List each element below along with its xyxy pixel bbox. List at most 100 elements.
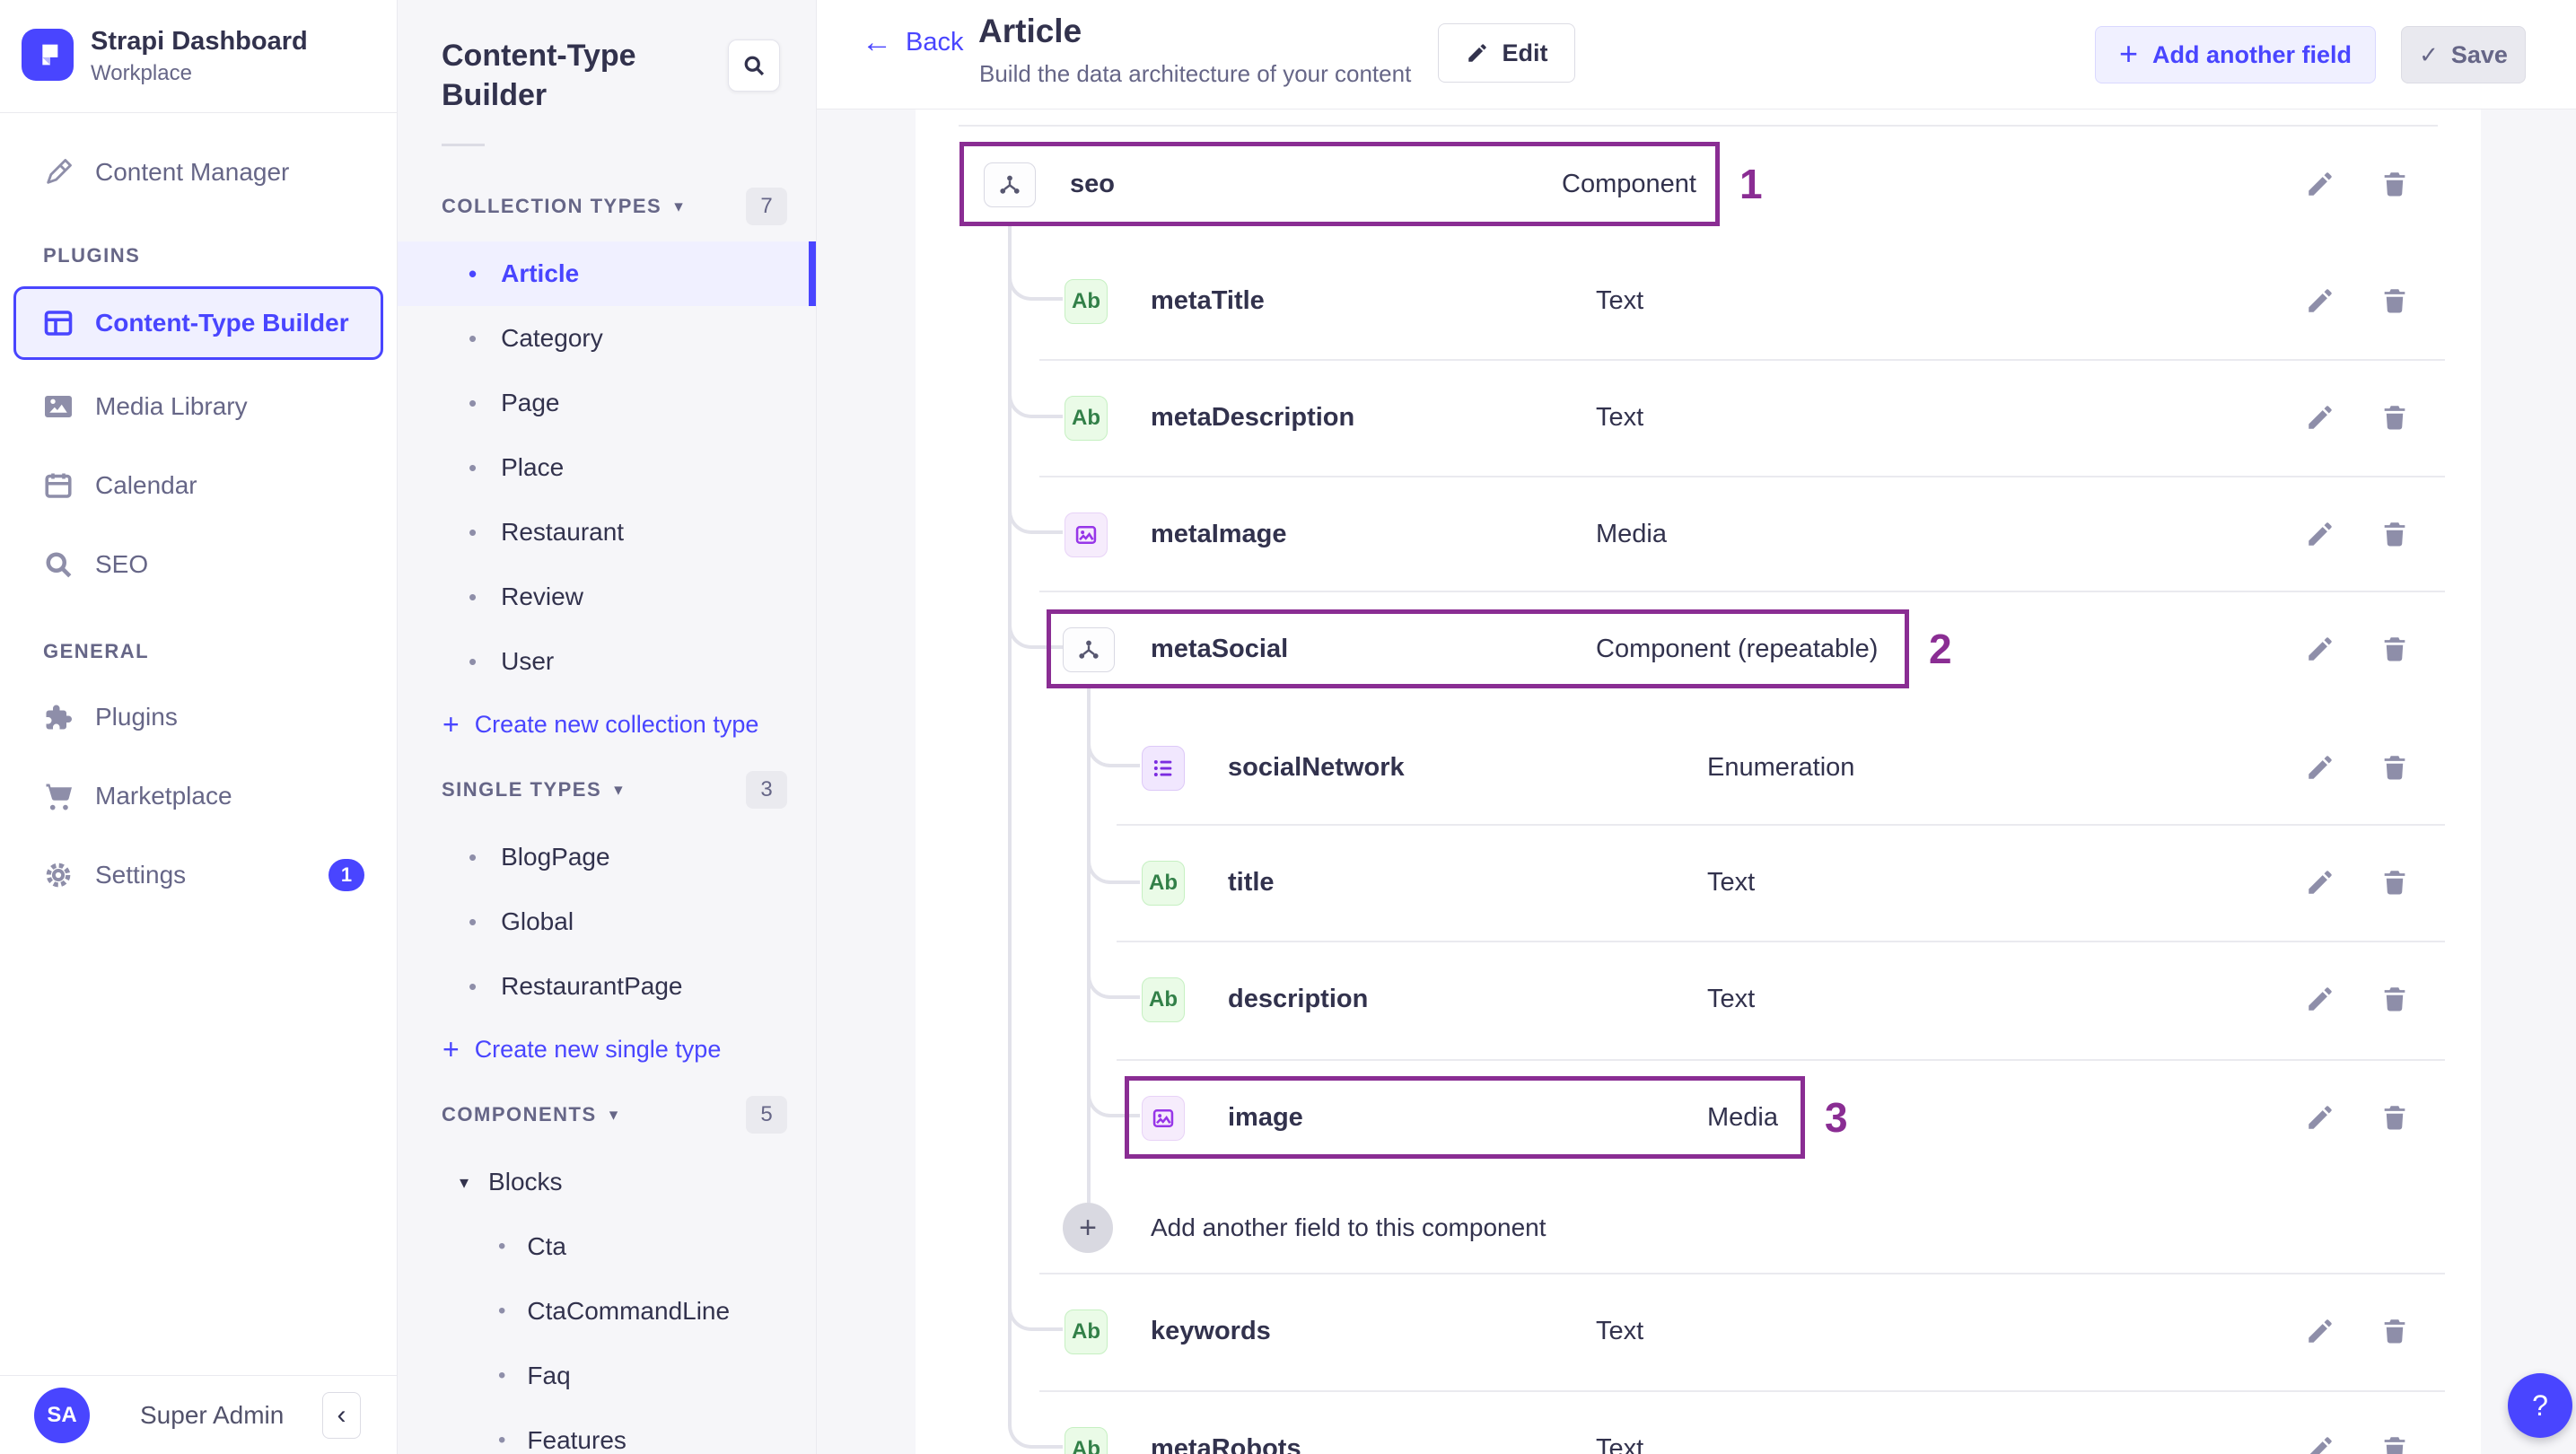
search-button[interactable] xyxy=(728,39,780,92)
single-type-global[interactable]: • Global xyxy=(398,889,816,954)
field-row-metarobots: Ab metaRobots Text xyxy=(916,1390,2481,1454)
collection-types-header[interactable]: COLLECTION TYPES ▾ 7 xyxy=(398,171,816,241)
sidebar-item-media-library[interactable]: Media Library xyxy=(0,374,397,439)
edit-field-button[interactable] xyxy=(2302,1099,2338,1135)
edit-field-button[interactable] xyxy=(2302,283,2338,319)
delete-field-button[interactable] xyxy=(2377,1313,2413,1349)
delete-field-button[interactable] xyxy=(2377,749,2413,785)
collection-type-restaurant[interactable]: • Restaurant xyxy=(398,500,816,565)
edit-field-button[interactable] xyxy=(2302,399,2338,435)
delete-field-button[interactable] xyxy=(2377,399,2413,435)
workspace-title: Strapi Dashboard xyxy=(91,27,308,56)
sidebar-item-label: Media Library xyxy=(95,392,248,420)
collection-type-page[interactable]: • Page xyxy=(398,371,816,435)
single-type-restaurantpage[interactable]: • RestaurantPage xyxy=(398,954,816,1019)
sidebar-item-content-type-builder[interactable]: Content-Type Builder xyxy=(13,286,383,360)
delete-field-button[interactable] xyxy=(2377,283,2413,319)
help-button[interactable]: ? xyxy=(2508,1373,2572,1438)
add-field-to-component-label[interactable]: Add another field to this component xyxy=(1151,1203,1546,1253)
field-name: description xyxy=(1228,984,1369,1013)
page-subtitle: Build the data architecture of your cont… xyxy=(979,60,1412,87)
calendar-icon xyxy=(41,469,75,503)
avatar[interactable]: SA xyxy=(34,1387,90,1443)
edit-field-button[interactable] xyxy=(2302,631,2338,667)
brand-header: Strapi Dashboard Workplace xyxy=(0,0,397,113)
bullet-icon: • xyxy=(469,324,478,352)
field-type: Media xyxy=(1707,1102,1778,1132)
edit-field-button[interactable] xyxy=(2302,749,2338,785)
annotation-number-2: 2 xyxy=(1929,626,1952,672)
image-icon xyxy=(41,390,75,424)
text-field-icon: Ab xyxy=(1065,396,1108,441)
collection-type-place[interactable]: • Place xyxy=(398,435,816,500)
sidebar-item-content-manager[interactable]: Content Manager xyxy=(0,140,397,205)
delete-field-button[interactable] xyxy=(2377,631,2413,667)
field-row-metaimage: metaImage Media xyxy=(916,476,2481,592)
layout-grid-icon xyxy=(41,306,75,340)
field-name: metaTitle xyxy=(1151,285,1265,315)
sidebar-section-plugins: PLUGINS xyxy=(43,244,141,267)
component-group-blocks[interactable]: ▾ Blocks xyxy=(398,1150,816,1214)
chevron-down-icon: ▾ xyxy=(609,1105,618,1125)
field-row-description: Ab description Text xyxy=(916,941,2481,1057)
field-name: title xyxy=(1228,867,1275,897)
sidebar-item-seo[interactable]: SEO xyxy=(0,532,397,597)
component-ctacommandline[interactable]: • CtaCommandLine xyxy=(398,1279,816,1344)
collection-type-category[interactable]: • Category xyxy=(398,306,816,371)
sidebar-collapse-button[interactable]: ‹ xyxy=(322,1391,361,1439)
delete-field-button[interactable] xyxy=(2377,981,2413,1017)
field-row-metadescription: Ab metaDescription Text xyxy=(916,359,2481,476)
back-link[interactable]: ← Back xyxy=(862,27,963,57)
add-field-to-component-button[interactable]: + xyxy=(1063,1203,1113,1253)
component-faq[interactable]: • Faq xyxy=(398,1344,816,1408)
edit-field-button[interactable] xyxy=(2302,981,2338,1017)
workspace-subtitle: Workplace xyxy=(91,61,192,85)
sidebar-item-settings[interactable]: Settings 1 xyxy=(0,843,397,907)
text-field-icon: Ab xyxy=(1065,1427,1108,1454)
search-icon xyxy=(741,53,767,78)
field-type: Text xyxy=(1596,402,1644,432)
component-features[interactable]: • Features xyxy=(398,1408,816,1454)
collection-type-user[interactable]: • User xyxy=(398,629,816,694)
components-header[interactable]: COMPONENTS ▾ 5 xyxy=(398,1080,816,1150)
edit-field-button[interactable] xyxy=(2302,1313,2338,1349)
delete-field-button[interactable] xyxy=(2377,166,2413,202)
edit-field-button[interactable] xyxy=(2302,864,2338,900)
edit-field-button[interactable] xyxy=(2302,1431,2338,1454)
save-button[interactable]: ✓ Save xyxy=(2401,26,2526,83)
create-collection-type-link[interactable]: + Create new collection type xyxy=(398,694,816,755)
edit-field-button[interactable] xyxy=(2302,516,2338,552)
delete-field-button[interactable] xyxy=(2377,516,2413,552)
bullet-icon: • xyxy=(469,259,478,287)
bullet-icon: • xyxy=(469,972,478,1000)
single-types-header[interactable]: SINGLE TYPES ▾ 3 xyxy=(398,755,816,825)
edit-button[interactable]: Edit xyxy=(1438,23,1575,83)
page-title: Article xyxy=(978,13,1082,49)
components-count: 5 xyxy=(746,1096,787,1134)
component-cta[interactable]: • Cta xyxy=(398,1214,816,1279)
delete-field-button[interactable] xyxy=(2377,1099,2413,1135)
delete-field-button[interactable] xyxy=(2377,864,2413,900)
sidebar-nav: Content Manager PLUGINS Content-Type Bui… xyxy=(0,113,397,907)
sidebar-item-calendar[interactable]: Calendar xyxy=(0,453,397,518)
content-type-builder-panel: Content-Type Builder COLLECTION TYPES ▾ … xyxy=(398,0,817,1454)
delete-field-button[interactable] xyxy=(2377,1431,2413,1454)
field-row-image: image Media xyxy=(916,1059,2481,1176)
add-another-field-button[interactable]: + Add another field xyxy=(2095,26,2376,83)
create-single-type-link[interactable]: + Create new single type xyxy=(398,1019,816,1080)
sidebar-item-label: Calendar xyxy=(95,471,197,499)
sidebar-item-plugins[interactable]: Plugins xyxy=(0,685,397,749)
chevron-left-icon: ‹ xyxy=(337,1399,346,1430)
sidebar-item-marketplace[interactable]: Marketplace xyxy=(0,764,397,828)
check-icon: ✓ xyxy=(2419,40,2439,68)
sidebar-item-label: Content Manager xyxy=(95,158,290,186)
collection-type-review[interactable]: • Review xyxy=(398,565,816,629)
sidebar-item-label: Content-Type Builder xyxy=(95,309,349,337)
field-name: seo xyxy=(1070,169,1115,198)
edit-field-button[interactable] xyxy=(2302,166,2338,202)
field-name: keywords xyxy=(1151,1316,1271,1345)
single-type-blogpage[interactable]: • BlogPage xyxy=(398,825,816,889)
collection-type-article[interactable]: • Article xyxy=(398,241,816,306)
bullet-icon: • xyxy=(469,453,478,481)
field-type: Text xyxy=(1596,1316,1644,1345)
